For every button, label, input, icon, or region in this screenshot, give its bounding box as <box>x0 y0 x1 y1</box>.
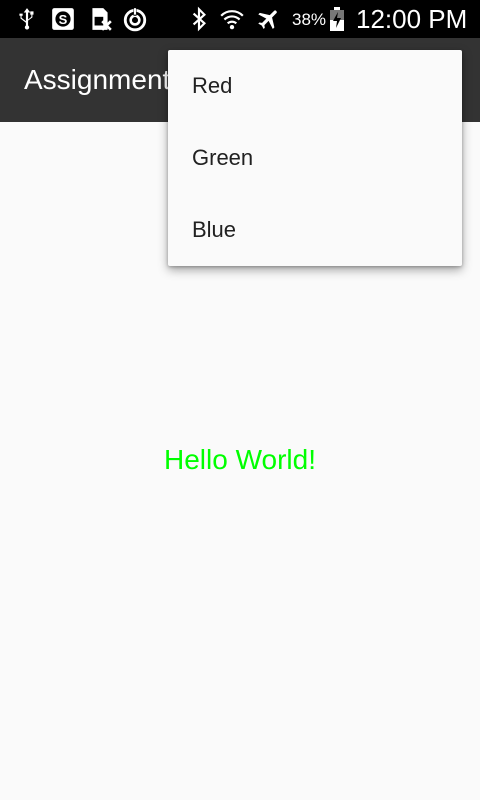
battery-icon <box>330 7 344 31</box>
menu-item-label: Green <box>192 145 254 170</box>
data-saver-icon <box>123 8 147 32</box>
app-title: Assignment <box>24 64 171 95</box>
clock: 12:00 PM <box>356 4 468 34</box>
menu-item-blue[interactable]: Blue <box>168 194 462 266</box>
menu-item-label: Red <box>192 73 233 98</box>
hello-text: Hello World! <box>164 444 316 475</box>
overflow-menu: Red Green Blue <box>168 50 462 266</box>
menu-item-red[interactable]: Red <box>168 50 462 122</box>
usb-icon <box>19 8 34 30</box>
wifi-icon <box>220 10 244 30</box>
status-bar: S 38% 12:00 PM <box>0 0 480 38</box>
battery-percent: 38% <box>292 10 327 29</box>
menu-item-label: Blue <box>192 217 237 242</box>
svg-text:S: S <box>59 12 68 27</box>
bluetooth-icon <box>192 6 206 32</box>
menu-item-green[interactable]: Green <box>168 122 462 194</box>
sim-error-icon <box>92 8 112 31</box>
airplane-icon <box>258 10 277 29</box>
sync-icon: S <box>52 8 74 30</box>
